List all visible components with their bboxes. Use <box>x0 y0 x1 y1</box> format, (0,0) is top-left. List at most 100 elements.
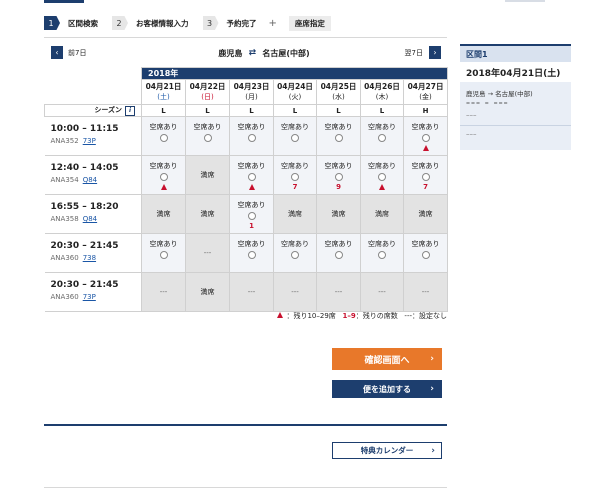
swap-icon[interactable]: ⇄ <box>246 47 258 59</box>
seat-available-cell[interactable]: 空席あり 7 <box>273 155 317 195</box>
seat-full-cell: 満席 <box>185 194 230 234</box>
add-flight-button[interactable]: 便を追加する › <box>332 380 442 398</box>
radio-button[interactable] <box>159 251 168 259</box>
arrow-icon: → <box>487 90 494 98</box>
triangle-icon <box>277 312 284 318</box>
flight-info: 20:30 – 21:45 ANA360 73P <box>44 272 142 312</box>
aircraft-link[interactable]: 73P <box>83 137 96 145</box>
aircraft-link[interactable]: Q84 <box>83 215 97 223</box>
seat-available-cell[interactable]: 空席あり <box>273 116 317 156</box>
radio-button[interactable] <box>421 251 430 259</box>
aircraft-link[interactable]: 738 <box>83 254 96 262</box>
section-divider <box>44 424 447 426</box>
radio-button[interactable] <box>159 173 168 181</box>
seat-available-cell[interactable]: 空席あり <box>141 155 186 195</box>
segment-date: 2018年04月21日(土) <box>460 62 571 82</box>
seat-available-cell[interactable]: 空席あり <box>402 233 449 273</box>
seat-status: 空席あり <box>324 240 353 248</box>
aircraft-link[interactable]: Q84 <box>83 176 97 184</box>
seat-status: 満席 <box>200 210 215 218</box>
date-label: 04月21日 <box>145 82 182 91</box>
seat-available-cell[interactable]: 空席あり <box>316 116 361 156</box>
seat-unavailable-cell: --- <box>229 272 274 312</box>
seat-status: 空席あり <box>237 240 266 248</box>
flight-info: 16:55 – 18:20 ANA358 Q84 <box>44 194 142 234</box>
seat-available-cell[interactable]: 空席あり <box>185 116 230 156</box>
header-ghost-text <box>505 0 545 2</box>
legend-none-mark: --- <box>404 312 412 320</box>
seat-available-cell[interactable]: 空席あり 9 <box>316 155 361 195</box>
step-2-number: 2 <box>112 16 128 30</box>
seat-available-cell[interactable]: 空席あり 1 <box>229 194 274 234</box>
seat-available-cell[interactable]: 空席あり <box>229 155 274 195</box>
radio-button[interactable] <box>291 173 299 181</box>
date-header: 04月27日 (金) <box>402 79 449 105</box>
weekday-label: (土) <box>157 93 170 101</box>
radio-button[interactable] <box>247 173 256 181</box>
legend-count-range: 1–9 <box>342 312 356 320</box>
radio-button[interactable] <box>421 173 430 181</box>
season-code: L <box>273 104 317 117</box>
seat-available-cell[interactable]: 空席あり <box>229 116 274 156</box>
radio-button[interactable] <box>334 251 343 259</box>
step-2-label: お客様情報入力 <box>136 18 189 28</box>
next-week-link[interactable]: 翌7日 <box>405 48 423 58</box>
radio-button[interactable] <box>378 251 386 259</box>
seat-status: 満席 <box>200 288 215 296</box>
seat-selection-step: 座席指定 <box>288 15 331 31</box>
seat-status: 空席あり <box>237 201 266 209</box>
radio-button[interactable] <box>291 134 299 142</box>
flight-info: 20:30 – 21:45 ANA360 738 <box>44 233 142 273</box>
seat-available-cell[interactable]: 空席あり <box>229 233 274 273</box>
seat-available-cell[interactable]: 空席あり <box>273 233 317 273</box>
seat-status: --- <box>291 288 299 296</box>
seat-available-cell[interactable]: 空席あり <box>141 233 186 273</box>
availability-calendar: 2018年 04月21日 (土) 04月22日 (日) 04月23日 (月) 04月24日 (… <box>44 67 449 312</box>
radio-button[interactable] <box>334 134 343 142</box>
legend-none-label: ：設定なし <box>412 312 447 320</box>
seat-status: --- <box>203 249 212 257</box>
radio-button[interactable] <box>334 173 343 181</box>
confirm-button[interactable]: 確認画面へ › <box>332 348 442 370</box>
award-calendar-button[interactable]: 特典カレンダー › <box>332 442 442 459</box>
seat-status: 空席あり <box>368 123 396 131</box>
radio-button[interactable] <box>421 134 430 142</box>
radio-button[interactable] <box>159 134 168 142</box>
radio-button[interactable] <box>378 134 386 142</box>
flight-row: 10:00 – 11:15 ANA352 73P 空席あり 空席あり 空席あり 空席あり 空席… <box>44 116 449 156</box>
seat-available-cell[interactable]: 空席あり <box>360 116 404 156</box>
seat-status: 空席あり <box>149 162 178 170</box>
seat-available-cell[interactable]: 空席あり <box>360 155 404 195</box>
season-header: シーズン i <box>44 104 142 117</box>
segment-line-1: ––– <box>466 111 477 119</box>
help-icon[interactable]: i <box>125 106 135 116</box>
divider <box>44 37 447 38</box>
prev-week-link[interactable]: 前7日 <box>68 48 86 58</box>
seat-available-cell[interactable]: 空席あり 7 <box>402 155 449 195</box>
chevron-right-icon[interactable]: › <box>429 46 441 59</box>
award-calendar-label: 特典カレンダー <box>360 446 414 455</box>
flight-time: 20:30 – 21:45 <box>50 241 119 251</box>
radio-button[interactable] <box>247 134 256 142</box>
aircraft-link[interactable]: 73P <box>83 293 96 301</box>
chevron-left-icon[interactable]: ‹ <box>51 46 63 59</box>
date-header: 04月23日 (月) <box>229 79 274 105</box>
radio-button[interactable] <box>247 212 256 220</box>
radio-button[interactable] <box>291 251 299 259</box>
flight-row: 20:30 – 21:45 ANA360 73P --- 満席 --- --- --- --- -… <box>44 272 449 312</box>
route-header: ‹ 前7日 鹿児島 ⇄ 名古屋(中部) 翌7日 › <box>44 45 447 61</box>
seat-available-cell[interactable]: 空席あり <box>141 116 186 156</box>
radio-button[interactable] <box>203 134 212 142</box>
seats-remaining: 7 <box>292 183 298 191</box>
radio-button[interactable] <box>247 251 256 259</box>
seat-available-cell[interactable]: 空席あり <box>402 116 449 156</box>
flight-row: 12:40 – 14:05 ANA354 Q84 空席あり 満席 空席あり 空席あり 7 空席あ… <box>44 155 449 195</box>
seat-available-cell[interactable]: 空席あり <box>360 233 404 273</box>
seat-full-cell: 満席 <box>185 272 230 312</box>
radio-button[interactable] <box>378 173 386 181</box>
seat-available-cell[interactable]: 空席あり <box>316 233 361 273</box>
legend-few-seats: ：残り10–29席 <box>286 312 336 320</box>
airline-code: ANA352 <box>50 137 79 145</box>
segment-times: ––– – ––– <box>466 98 509 107</box>
seat-status: 空席あり <box>411 123 440 131</box>
